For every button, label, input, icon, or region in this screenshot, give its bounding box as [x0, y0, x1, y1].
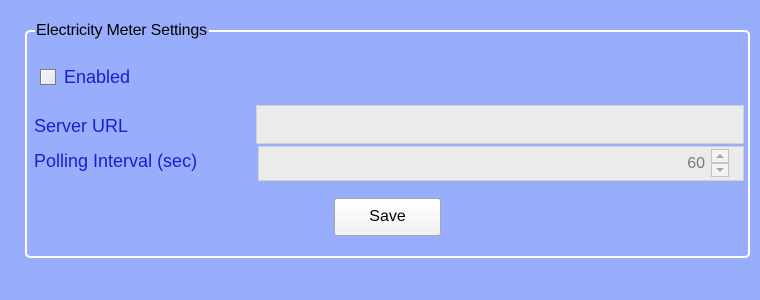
enabled-label[interactable]: Enabled	[64, 65, 130, 89]
server-url-input[interactable]	[256, 105, 744, 144]
save-button[interactable]: Save	[334, 198, 441, 236]
spin-down-arrow-icon	[716, 168, 724, 172]
enabled-checkbox[interactable]: Enabled	[40, 65, 130, 89]
polling-interval-spinner[interactable]	[258, 146, 744, 181]
spin-up-button[interactable]	[711, 149, 729, 163]
group-title: Electricity Meter Settings	[35, 21, 209, 41]
polling-interval-input[interactable]	[259, 147, 709, 180]
spin-down-button[interactable]	[711, 163, 729, 177]
checkbox-unchecked-icon[interactable]	[40, 69, 56, 85]
spin-up-arrow-icon	[716, 154, 724, 158]
server-url-label: Server URL	[34, 116, 129, 136]
polling-interval-label: Polling Interval (sec)	[34, 151, 198, 171]
